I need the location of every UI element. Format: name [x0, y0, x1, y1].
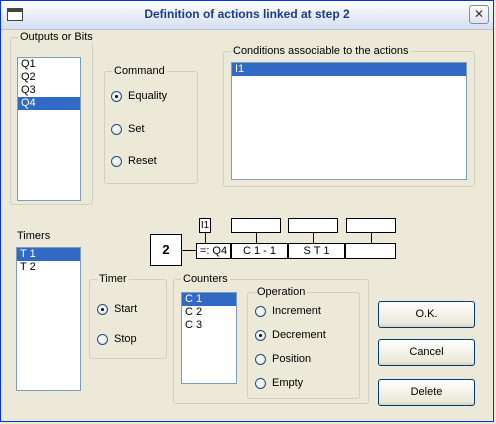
radio-dot[interactable] — [255, 305, 266, 317]
outputs-label: Outputs or Bits — [18, 31, 95, 43]
top-cell-2[interactable] — [288, 218, 338, 233]
radio-dot[interactable] — [111, 90, 122, 102]
timers-list[interactable]: T 1 T 2 — [16, 247, 81, 391]
operation-decrement-radio[interactable]: Decrement — [255, 329, 326, 341]
ok-button[interactable]: O.K. — [378, 301, 475, 328]
list-item[interactable]: Q2 — [18, 71, 80, 84]
close-button[interactable]: ✕ — [469, 5, 489, 24]
conditions-legend: Conditions associable to the actions — [231, 45, 411, 57]
list-item[interactable]: C 3 — [182, 319, 236, 332]
delete-button[interactable]: Delete — [378, 379, 475, 406]
step-connector — [182, 250, 196, 251]
command-set-radio[interactable]: Set — [111, 123, 145, 135]
command-equality-radio[interactable]: Equality — [111, 90, 167, 102]
top-cell-1[interactable] — [231, 218, 281, 233]
step-box: 2 — [150, 234, 182, 266]
action-cell-output[interactable]: =: Q4 — [196, 243, 231, 259]
list-item[interactable]: Q4 — [18, 97, 80, 110]
window-title: Definition of actions linked at step 2 — [144, 7, 350, 21]
action-cell-counter[interactable]: C 1 - 1 — [231, 243, 288, 259]
timer-start-radio[interactable]: Start — [97, 303, 137, 315]
conditions-list[interactable]: I1 — [231, 62, 467, 180]
timer-stop-radio[interactable]: Stop — [97, 333, 137, 345]
list-item[interactable]: I1 — [232, 63, 466, 76]
condition-tag[interactable]: I1 — [199, 218, 211, 233]
list-item[interactable]: Q1 — [18, 58, 80, 71]
counters-legend: Counters — [181, 273, 230, 285]
radio-dot[interactable] — [111, 123, 122, 135]
list-item[interactable]: C 1 — [182, 293, 236, 306]
cancel-button[interactable]: Cancel — [378, 339, 475, 366]
top-connector-1 — [256, 233, 257, 243]
radio-dot[interactable] — [255, 353, 266, 365]
title-bar[interactable]: Definition of actions linked at step 2 ✕ — [1, 1, 493, 30]
list-item[interactable]: Q3 — [18, 84, 80, 97]
radio-dot[interactable] — [97, 333, 108, 345]
top-cell-3[interactable] — [346, 218, 396, 233]
top-connector-3 — [371, 233, 372, 243]
command-reset-radio[interactable]: Reset — [111, 155, 157, 167]
radio-dot[interactable] — [255, 377, 266, 389]
list-item[interactable]: C 2 — [182, 306, 236, 319]
radio-dot[interactable] — [97, 303, 108, 315]
operation-empty-radio[interactable]: Empty — [255, 377, 303, 389]
list-item[interactable]: T 1 — [17, 248, 80, 261]
action-cell-timer[interactable]: S T 1 — [288, 243, 345, 259]
outputs-list[interactable]: Q1 Q2 Q3 Q4 — [17, 57, 81, 201]
list-item[interactable]: T 2 — [17, 261, 80, 274]
radio-dot[interactable] — [255, 329, 266, 341]
operation-position-radio[interactable]: Position — [255, 353, 311, 365]
command-legend: Command — [112, 65, 167, 77]
timer-legend: Timer — [97, 273, 129, 285]
operation-increment-radio[interactable]: Increment — [255, 305, 321, 317]
radio-dot[interactable] — [111, 155, 122, 167]
timers-label: Timers — [17, 230, 51, 242]
timer-group: Timer — [89, 273, 167, 359]
counters-list[interactable]: C 1 C 2 C 3 — [181, 292, 237, 384]
action-cell-extra[interactable] — [345, 243, 396, 259]
dialog-window: Definition of actions linked at step 2 ✕… — [0, 0, 494, 422]
operation-legend: Operation — [255, 286, 308, 298]
top-connector-2 — [313, 233, 314, 243]
condition-connector — [205, 233, 206, 243]
